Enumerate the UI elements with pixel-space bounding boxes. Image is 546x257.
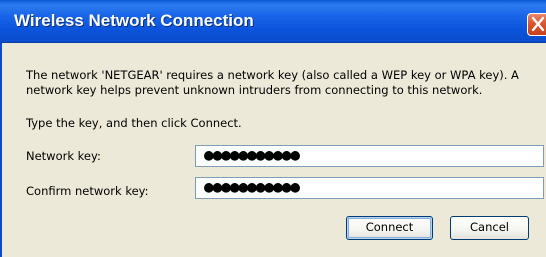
instruction-text: Type the key, and then click Connect.	[26, 116, 242, 130]
cancel-button[interactable]: Cancel	[450, 216, 529, 240]
window-title: Wireless Network Connection	[14, 11, 254, 30]
confirm-key-label: Confirm network key:	[26, 184, 149, 198]
message-line-2: network key helps prevent unknown intrud…	[26, 83, 483, 97]
network-key-label: Network key:	[26, 149, 101, 163]
confirm-key-field[interactable]: ●●●●●●●●●●●	[195, 177, 544, 199]
connect-button[interactable]: Connect	[346, 216, 433, 240]
message-line-1: The network 'NETGEAR' requires a network…	[26, 68, 519, 82]
dialog-window: Wireless Network Connection The network …	[0, 0, 546, 257]
close-icon	[531, 16, 545, 32]
close-button[interactable]	[527, 13, 546, 36]
title-bar[interactable]: Wireless Network Connection	[0, 0, 546, 43]
network-key-field[interactable]: ●●●●●●●●●●●	[195, 145, 544, 167]
